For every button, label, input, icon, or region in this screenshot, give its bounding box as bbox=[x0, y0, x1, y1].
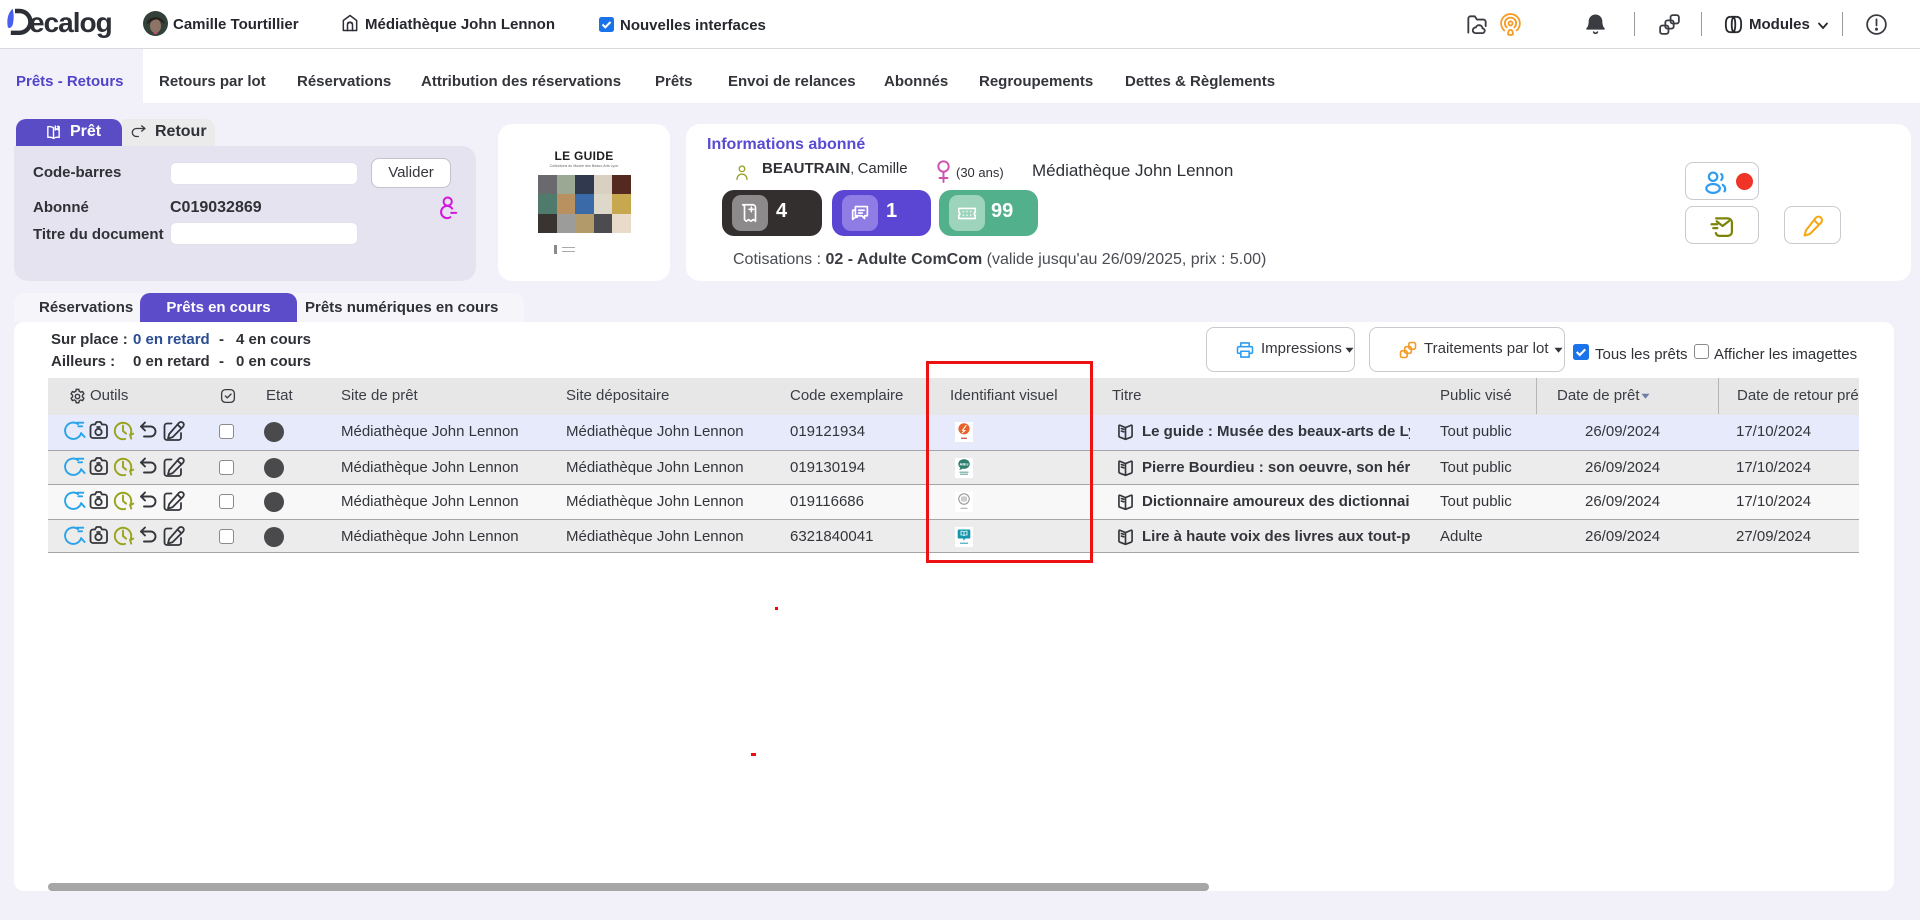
svg-text:ecalog: ecalog bbox=[29, 7, 112, 38]
